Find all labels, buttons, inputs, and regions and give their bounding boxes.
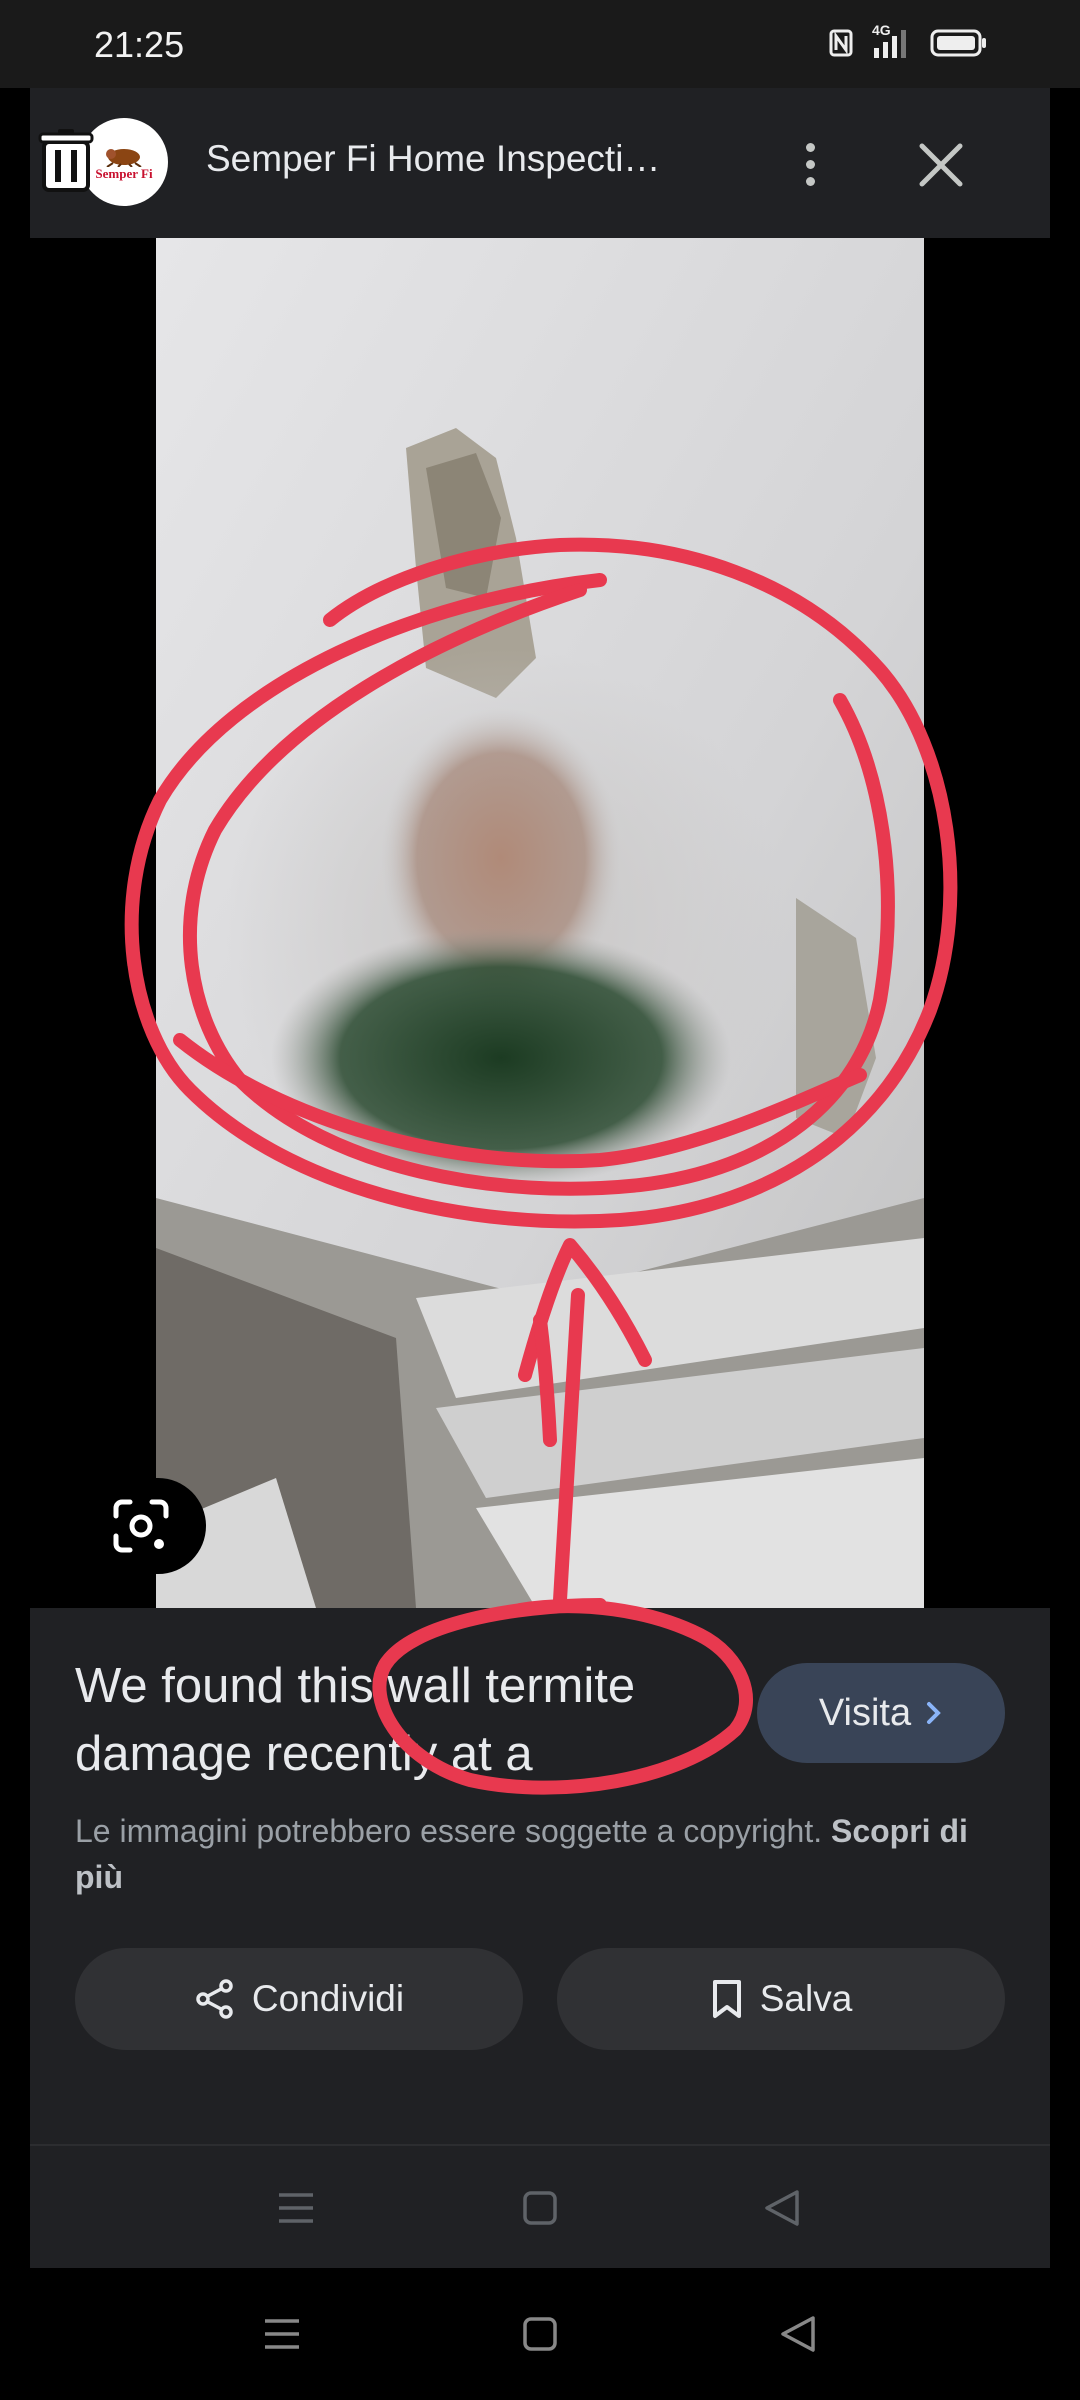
share-icon [196, 1979, 233, 2019]
logo-text: Semper Fi [95, 165, 153, 181]
visit-button[interactable]: Visita [757, 1663, 1005, 1763]
back-nav-icon[interactable] [752, 2178, 812, 2238]
nfc-icon [829, 29, 853, 57]
bookmark-icon [712, 1980, 741, 2018]
inner-navigation-bar [30, 2144, 1050, 2270]
system-home-nav-icon[interactable] [510, 2304, 570, 2364]
close-icon[interactable] [916, 140, 966, 190]
termite-damage-photo[interactable] [156, 238, 924, 1608]
share-label: Condividi [251, 1978, 405, 2019]
status-icons: 4G [828, 22, 988, 60]
share-button[interactable]: Condividi [75, 1948, 523, 2050]
signal-4g-icon: 4G [872, 22, 912, 60]
system-navigation-bar [0, 2268, 1080, 2400]
image-caption[interactable]: We found this wall termite damage recent… [75, 1652, 715, 1788]
chevron-right-icon [927, 1702, 941, 1724]
save-label: Salva [759, 1978, 853, 2019]
status-time: 21:25 [94, 24, 185, 65]
system-back-nav-icon[interactable] [768, 2304, 828, 2364]
menu-nav-icon[interactable] [266, 2178, 326, 2238]
image-viewer-sheet: Semper Fi Semper Fi Home Inspecti… We fo… [30, 88, 1050, 2270]
viewer-header: Semper Fi Semper Fi Home Inspecti… [30, 88, 1050, 238]
termite-icon [106, 148, 142, 167]
battery-icon [930, 29, 986, 57]
trash-icon[interactable] [38, 128, 94, 194]
home-nav-icon[interactable] [510, 2178, 570, 2238]
page-title: Semper Fi Home Inspecti… [206, 138, 661, 179]
system-menu-nav-icon[interactable] [252, 2304, 312, 2364]
google-lens-icon[interactable] [90, 1478, 206, 1574]
status-bar: 21:25 4G [0, 0, 1080, 88]
more-vert-icon[interactable] [782, 132, 838, 196]
save-button[interactable]: Salva [557, 1948, 1005, 2050]
image-area [30, 238, 1050, 1608]
visit-label: Visita [818, 1691, 912, 1734]
copyright-notice: Le immagini potrebbero essere soggette a… [75, 1808, 995, 1900]
copyright-text: Le immagini potrebbero essere soggette a… [75, 1813, 823, 1849]
